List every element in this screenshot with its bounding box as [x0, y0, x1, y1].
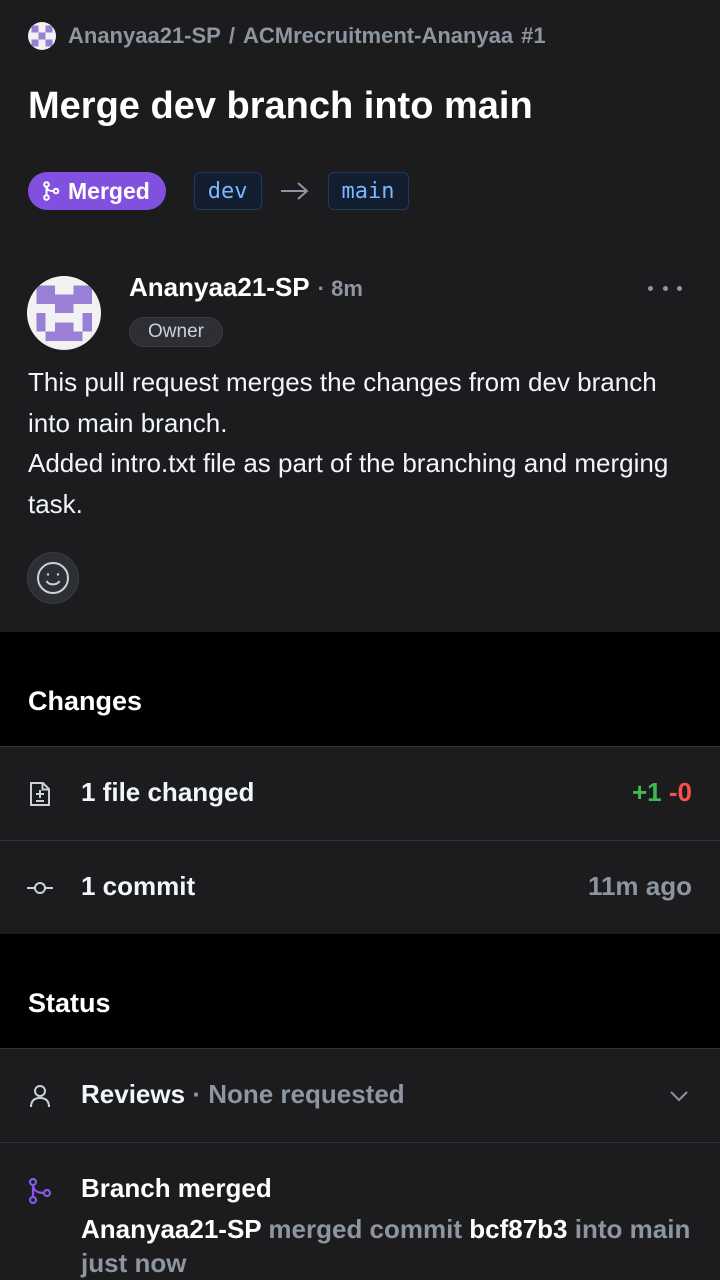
git-commit-icon [27, 882, 53, 894]
merged-label: Merged [68, 177, 150, 204]
deletions-count: -0 [668, 777, 692, 807]
comment-body: This pull request merges the changes fro… [28, 362, 688, 524]
comment-body-line: This pull request merges the changes fro… [28, 367, 657, 438]
merged-into-text: into [574, 1214, 623, 1244]
reviews-value: · None requested [192, 1079, 405, 1109]
commits-row[interactable]: 1 commit 11m ago [0, 840, 720, 934]
comment-author[interactable]: Ananyaa21-SP [129, 272, 310, 303]
reviews-label: Reviews [81, 1079, 186, 1109]
reviews-row[interactable]: Reviews · None requested [0, 1048, 720, 1142]
comment-time: · 8m [317, 276, 363, 301]
smiley-icon [37, 562, 69, 594]
base-branch-chip[interactable]: main [327, 172, 409, 210]
git-merge-icon [28, 1177, 52, 1205]
person-icon [30, 1085, 50, 1108]
head-branch-chip[interactable]: dev [193, 172, 262, 210]
repo-owner-link[interactable]: Ananyaa21-SP [68, 23, 221, 49]
pr-number: #1 [521, 23, 546, 48]
owner-badge: Owner [129, 317, 223, 347]
git-merge-icon [43, 181, 60, 201]
merge-description: Ananyaa21-SP merged commit bcf87b3 into … [81, 1212, 701, 1280]
chevron-down-icon[interactable] [669, 1089, 689, 1103]
comment-body-line: Added intro.txt file as part of the bran… [28, 448, 669, 519]
repo-name-link[interactable]: ACMrecruitment-Ananyaa [243, 23, 513, 49]
pr-header-panel: Ananyaa21-SP / ACMrecruitment-Ananyaa #1… [0, 0, 720, 632]
changes-heading: Changes [28, 686, 143, 716]
add-reaction-button[interactable] [27, 552, 79, 604]
breadcrumb[interactable]: Ananyaa21-SP / ACMrecruitment-Ananyaa #1 [28, 20, 546, 52]
merged-by-user[interactable]: Ananyaa21-SP [81, 1214, 261, 1244]
breadcrumb-separator: / [228, 23, 235, 48]
merged-text: merged commit [268, 1214, 463, 1244]
additions-count: +1 [631, 777, 662, 807]
more-options-icon[interactable] [648, 276, 682, 300]
repo-owner-avatar [28, 22, 56, 50]
status-heading: Status [28, 988, 111, 1018]
merged-status-badge: Merged [28, 172, 166, 210]
branch-row: Merged dev main [28, 172, 409, 210]
avatar[interactable] [27, 276, 101, 350]
diff-stats: +1 -0 [632, 777, 692, 808]
comment-author-line: Ananyaa21-SP · 8m [129, 272, 363, 312]
file-diff-icon [30, 782, 50, 806]
commit-sha-link[interactable]: bcf87b3 [469, 1214, 567, 1244]
commits-label: 1 commit [81, 871, 196, 901]
branch-merged-row: Branch merged Ananyaa21-SP merged commit… [0, 1142, 720, 1280]
arrow-right-icon [280, 180, 310, 202]
branch-merged-title: Branch merged [81, 1173, 272, 1203]
commits-time: 11m ago [587, 871, 692, 901]
files-changed-row[interactable]: 1 file changed +1 -0 [0, 746, 720, 840]
files-changed-label: 1 file changed [81, 777, 255, 807]
reviews-text: Reviews · None requested [81, 1079, 405, 1110]
page-title: Merge dev branch into main [28, 85, 533, 127]
